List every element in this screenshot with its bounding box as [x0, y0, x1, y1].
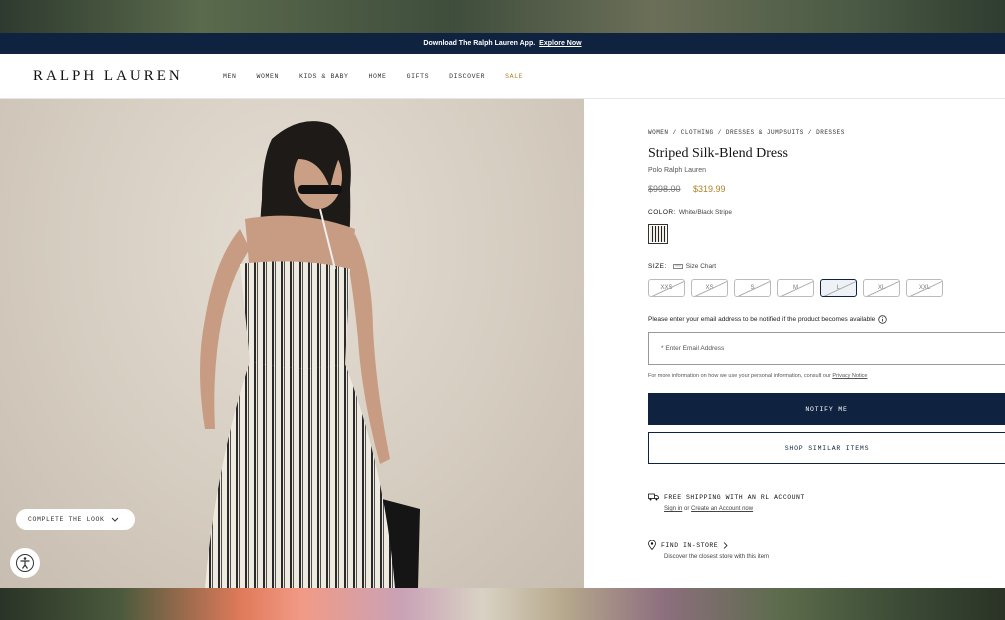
nav-item-kids-baby[interactable]: KIDS & BABY [299, 73, 349, 80]
nav-item-women[interactable]: WOMEN [257, 73, 280, 80]
product-brand: Polo Ralph Lauren [648, 167, 706, 174]
main-nav: MEN WOMEN KIDS & BABY HOME GIFTS DISCOVE… [223, 73, 543, 80]
size-option-xl[interactable]: XL [863, 279, 900, 297]
shipping-or: or [684, 506, 690, 512]
find-in-store-title: FIND IN-STORE [661, 541, 719, 549]
privacy-info: For more information on how we use your … [648, 373, 868, 379]
promo-text: Download The Ralph Lauren App. [423, 40, 536, 47]
nav-item-home[interactable]: HOME [369, 73, 387, 80]
find-in-store-subtitle: Discover the closest store with this ite… [664, 554, 770, 560]
shipping-section: FREE SHIPPING WITH AN RL ACCOUNT Sign in… [648, 493, 805, 512]
chevron-right-icon [723, 541, 728, 549]
product-image[interactable]: COMPLETE THE LOOK [0, 99, 584, 588]
ruler-icon [672, 264, 683, 269]
sale-price: $319.99 [693, 184, 726, 194]
color-swatch[interactable] [648, 224, 668, 244]
privacy-notice-link[interactable]: Privacy Notice [832, 373, 867, 379]
promo-link[interactable]: Explore Now [539, 40, 581, 47]
complete-the-look-button[interactable]: COMPLETE THE LOOK [16, 509, 135, 530]
nav-item-sale[interactable]: SALE [505, 73, 523, 80]
size-option-l[interactable]: L [820, 279, 857, 297]
product-details-panel: WOMEN / CLOTHING / DRESSES & JUMPSUITS /… [584, 99, 1005, 588]
chevron-down-icon [111, 517, 118, 522]
size-option-m[interactable]: M [777, 279, 814, 297]
find-in-store-section[interactable]: FIND IN-STORE Discover the closest store… [648, 540, 769, 560]
size-option-s[interactable]: S [734, 279, 771, 297]
location-pin-icon [648, 540, 656, 550]
breadcrumb[interactable]: WOMEN / CLOTHING / DRESSES & JUMPSUITS /… [648, 129, 845, 136]
notify-message: Please enter your email address to be no… [648, 315, 887, 324]
accessibility-icon [16, 554, 34, 572]
size-label: SIZE: [648, 263, 667, 270]
notify-message-text: Please enter your email address to be no… [648, 316, 876, 323]
background-blur-bottom [0, 588, 1005, 620]
sign-in-link[interactable]: Sign in [664, 506, 682, 512]
nav-item-men[interactable]: MEN [223, 73, 237, 80]
promo-banner: Download The Ralph Lauren App. Explore N… [0, 33, 1005, 54]
size-option-xs[interactable]: XS [691, 279, 728, 297]
create-account-link[interactable]: Create an Account now [691, 506, 753, 512]
email-field[interactable]: * Enter Email Address [648, 332, 1005, 365]
notify-me-button[interactable]: NOTIFY ME [648, 393, 1005, 425]
nav-item-gifts[interactable]: GIFTS [407, 73, 430, 80]
size-chart-link[interactable]: Size Chart [672, 263, 717, 270]
product-title: Striped Silk-Blend Dress [648, 146, 788, 161]
color-label-text: COLOR: [648, 209, 676, 216]
complete-the-look-label: COMPLETE THE LOOK [28, 516, 105, 523]
size-header: SIZE: Size Chart [648, 263, 716, 270]
size-option-xxl[interactable]: XXL [906, 279, 943, 297]
size-options: XXS XS S M L XL XXL [648, 279, 943, 297]
site-logo[interactable]: RALPH LAUREN [33, 68, 223, 85]
privacy-info-text: For more information on how we use your … [648, 373, 831, 379]
background-blur-top [0, 0, 1005, 33]
shipping-title: FREE SHIPPING WITH AN RL ACCOUNT [664, 493, 805, 501]
nav-item-discover[interactable]: DISCOVER [449, 73, 485, 80]
color-label: COLOR: White/Black Stripe [648, 209, 732, 216]
color-value: White/Black Stripe [678, 209, 733, 216]
original-price: $998.00 [648, 184, 681, 194]
shop-similar-button[interactable]: SHOP SIMILAR ITEMS [648, 432, 1005, 464]
accessibility-button[interactable] [10, 548, 40, 578]
info-icon[interactable] [878, 315, 887, 324]
site-header: RALPH LAUREN MEN WOMEN KIDS & BABY HOME … [0, 54, 1005, 99]
size-option-xxs[interactable]: XXS [648, 279, 685, 297]
truck-icon [648, 493, 659, 501]
size-chart-label: Size Chart [685, 263, 717, 270]
